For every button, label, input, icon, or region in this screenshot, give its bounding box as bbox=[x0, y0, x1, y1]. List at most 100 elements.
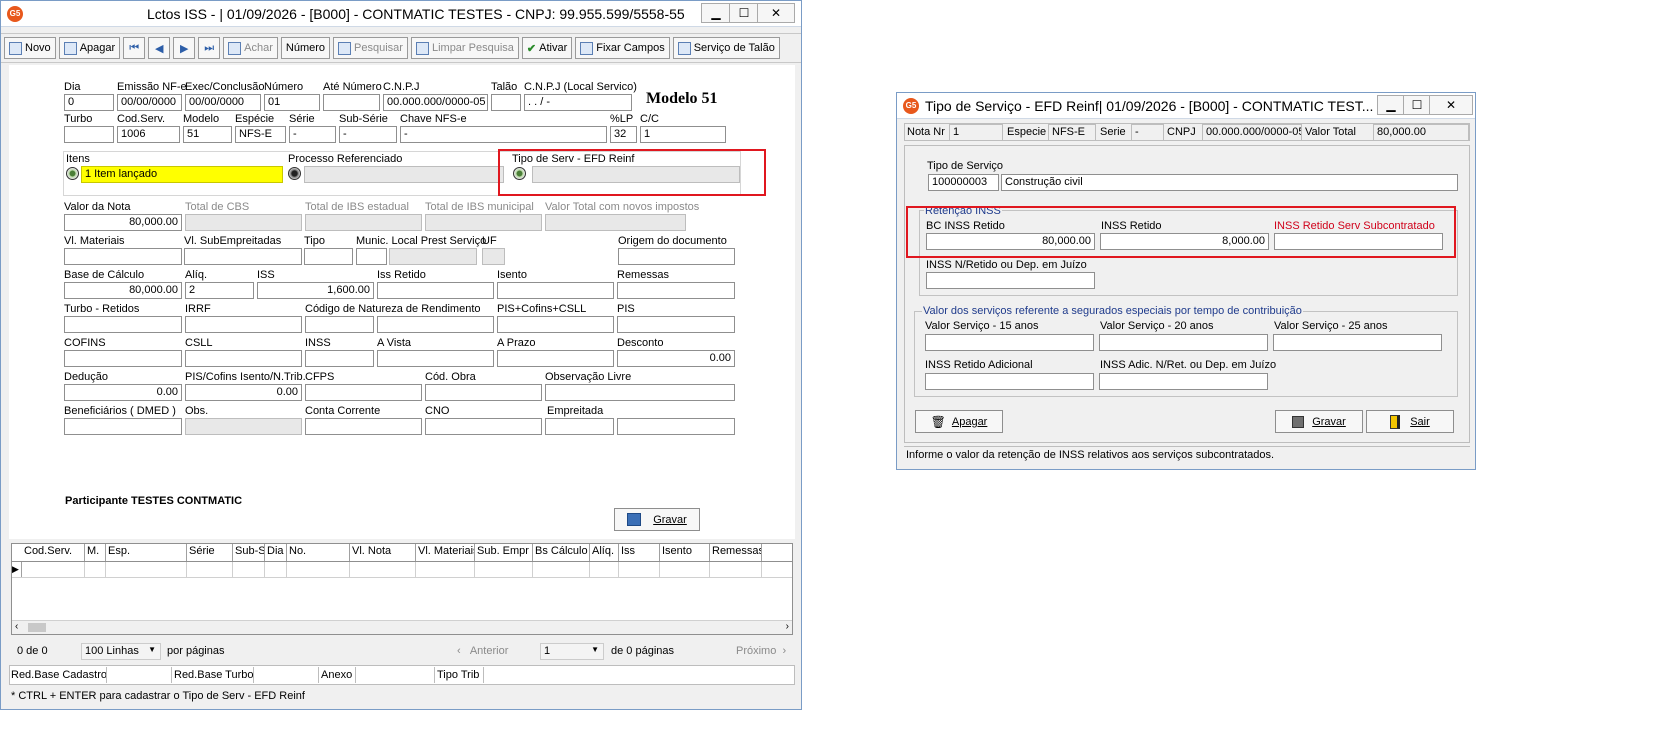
emissao-field[interactable]: 00/00/0000 bbox=[117, 94, 182, 111]
vs20-field[interactable] bbox=[1099, 334, 1268, 351]
grid-col-serie[interactable]: Série bbox=[187, 544, 233, 561]
main-titlebar[interactable]: G5 Lctos ISS - | 01/09/2026 - [B000] - C… bbox=[1, 1, 801, 27]
pis-cofins-isento-field[interactable]: 0.00 bbox=[185, 384, 302, 401]
numero-field[interactable]: 01 bbox=[264, 94, 320, 111]
scroll-left-icon[interactable]: ‹ bbox=[15, 621, 18, 632]
beneficiarios-field[interactable] bbox=[64, 418, 182, 435]
deducao-field[interactable]: 0.00 bbox=[64, 384, 182, 401]
turbo-retidos-field[interactable] bbox=[64, 316, 182, 333]
a-prazo-field[interactable] bbox=[497, 350, 614, 367]
cod-obra-field[interactable] bbox=[425, 384, 542, 401]
page-dropdown[interactable]: 1 ▼ bbox=[540, 643, 604, 660]
dialog-titlebar[interactable]: G5 Tipo de Serviço - EFD Reinf| 01/09/20… bbox=[897, 93, 1475, 119]
inss-nret-field[interactable] bbox=[926, 272, 1095, 289]
table-row[interactable]: ▶ bbox=[12, 562, 792, 578]
origem-field[interactable] bbox=[618, 248, 735, 265]
total-ibs-mun-field[interactable] bbox=[425, 214, 542, 231]
vs25-field[interactable] bbox=[1273, 334, 1442, 351]
empreitada-field[interactable] bbox=[545, 418, 614, 435]
grid-col-isento[interactable]: Isento bbox=[660, 544, 710, 561]
valor-total-novos-field[interactable] bbox=[545, 214, 686, 231]
sub-serie-field[interactable]: - bbox=[339, 126, 397, 143]
remessas-field[interactable] bbox=[617, 282, 735, 299]
a-vista-field[interactable] bbox=[377, 350, 494, 367]
irrf-field[interactable] bbox=[185, 316, 302, 333]
grid-col-vl-nota[interactable]: Vl. Nota bbox=[350, 544, 416, 561]
processo-radio[interactable] bbox=[288, 167, 301, 180]
pis-cofins-csll-field[interactable] bbox=[497, 316, 614, 333]
scroll-thumb[interactable] bbox=[28, 623, 46, 632]
munic-code-field[interactable] bbox=[356, 248, 387, 265]
cfps-field[interactable] bbox=[305, 384, 422, 401]
sair-dialog-button[interactable]: Sair bbox=[1366, 410, 1454, 433]
grid-col-sub-empr[interactable]: Sub. Empr bbox=[475, 544, 533, 561]
itens-field[interactable]: 1 Item lançado bbox=[81, 166, 283, 183]
grid-col-no[interactable]: No. bbox=[287, 544, 350, 561]
lp-field[interactable]: 32 bbox=[610, 126, 637, 143]
csll-field[interactable] bbox=[185, 350, 302, 367]
grid-col-iss[interactable]: Iss bbox=[619, 544, 660, 561]
prev-record-button[interactable]: ◀ bbox=[148, 37, 171, 59]
dialog-close-button[interactable]: ✕ bbox=[1429, 95, 1473, 115]
close-button[interactable]: ✕ bbox=[757, 3, 795, 23]
uf-field[interactable] bbox=[482, 248, 505, 265]
valor-nota-field[interactable]: 80,000.00 bbox=[64, 214, 182, 231]
last-record-button[interactable]: ⏭ bbox=[198, 37, 221, 59]
red-base-cadastro-field[interactable] bbox=[106, 667, 172, 683]
grid-col-dia[interactable]: Dia bbox=[265, 544, 287, 561]
tipo-trib-field[interactable] bbox=[483, 667, 793, 683]
iss-field[interactable]: 1,600.00 bbox=[257, 282, 374, 299]
talao-field[interactable] bbox=[491, 94, 521, 111]
cno-field[interactable] bbox=[425, 418, 542, 435]
turbo-field[interactable] bbox=[64, 126, 114, 143]
red-base-turbo-field[interactable] bbox=[253, 667, 319, 683]
serie-field[interactable]: - bbox=[289, 126, 336, 143]
fixar-campos-button[interactable]: Fixar Campos bbox=[575, 37, 670, 59]
tipo-servico-desc-field[interactable]: Construção civil bbox=[1001, 174, 1458, 191]
empreitada-desc-field[interactable] bbox=[617, 418, 735, 435]
ate-numero-field[interactable] bbox=[323, 94, 380, 111]
maximize-button[interactable]: ☐ bbox=[729, 3, 759, 23]
scroll-right-icon[interactable]: › bbox=[786, 621, 789, 632]
itens-radio[interactable] bbox=[66, 167, 79, 180]
inss-adicional-field[interactable] bbox=[925, 373, 1094, 390]
exec-field[interactable]: 00/00/0000 bbox=[185, 94, 261, 111]
achar-button[interactable]: Achar bbox=[223, 37, 278, 59]
minimize-button[interactable]: ▁ bbox=[701, 3, 731, 23]
anexo-field[interactable] bbox=[355, 667, 435, 683]
grid-col-vl-materiais[interactable]: Vl. Materiais bbox=[416, 544, 475, 561]
grid-col-m[interactable]: M. bbox=[85, 544, 106, 561]
conta-corrente-field[interactable] bbox=[305, 418, 422, 435]
grid-col-sub-s[interactable]: Sub-S bbox=[233, 544, 265, 561]
cod-serv-field[interactable]: 1006 bbox=[117, 126, 180, 143]
especie-field[interactable]: NFS-E bbox=[235, 126, 286, 143]
gravar-dialog-button[interactable]: Gravar bbox=[1275, 410, 1363, 433]
dialog-maximize-button[interactable]: ☐ bbox=[1403, 95, 1431, 115]
desconto-field[interactable]: 0.00 bbox=[617, 350, 735, 367]
tipo-field[interactable] bbox=[304, 248, 353, 265]
vl-materiais-field[interactable] bbox=[64, 248, 182, 265]
lines-dropdown[interactable]: 100 Linhas ▼ bbox=[81, 643, 161, 660]
first-record-button[interactable]: ⏮ bbox=[123, 37, 146, 59]
limpar-pesquisa-button[interactable]: Limpar Pesquisa bbox=[410, 37, 519, 59]
grid-col-bs-calculo[interactable]: Bs Cálculo bbox=[533, 544, 590, 561]
cnpj-local-field[interactable]: . . / - bbox=[524, 94, 632, 111]
isento-field[interactable] bbox=[497, 282, 614, 299]
novo-button[interactable]: Novo bbox=[4, 37, 56, 59]
anterior-link[interactable]: ‹ Anterior bbox=[457, 645, 508, 657]
obs-livre-field[interactable] bbox=[545, 384, 735, 401]
servico-talao-button[interactable]: Serviço de Talão bbox=[672, 37, 780, 59]
cc-field[interactable]: 1 bbox=[640, 126, 726, 143]
lancamentos-grid[interactable]: Cod.Serv. M. Esp. Série Sub-S Dia No. Vl… bbox=[11, 543, 793, 635]
pesquisar-button[interactable]: Pesquisar bbox=[333, 37, 408, 59]
proximo-link[interactable]: Próximo › bbox=[736, 645, 786, 657]
cod-natureza-field[interactable] bbox=[305, 316, 374, 333]
ativar-button[interactable]: ✔ Ativar bbox=[521, 37, 573, 59]
gravar-main-button[interactable]: Gravar bbox=[614, 508, 700, 531]
total-cbs-field[interactable] bbox=[185, 214, 302, 231]
obs-field[interactable] bbox=[185, 418, 302, 435]
grid-col-remessas[interactable]: Remessas bbox=[710, 544, 762, 561]
dialog-minimize-button[interactable]: ▁ bbox=[1377, 95, 1405, 115]
tipo-servico-code-field[interactable]: 100000003 bbox=[928, 174, 999, 191]
aliq-field[interactable]: 2 bbox=[185, 282, 254, 299]
